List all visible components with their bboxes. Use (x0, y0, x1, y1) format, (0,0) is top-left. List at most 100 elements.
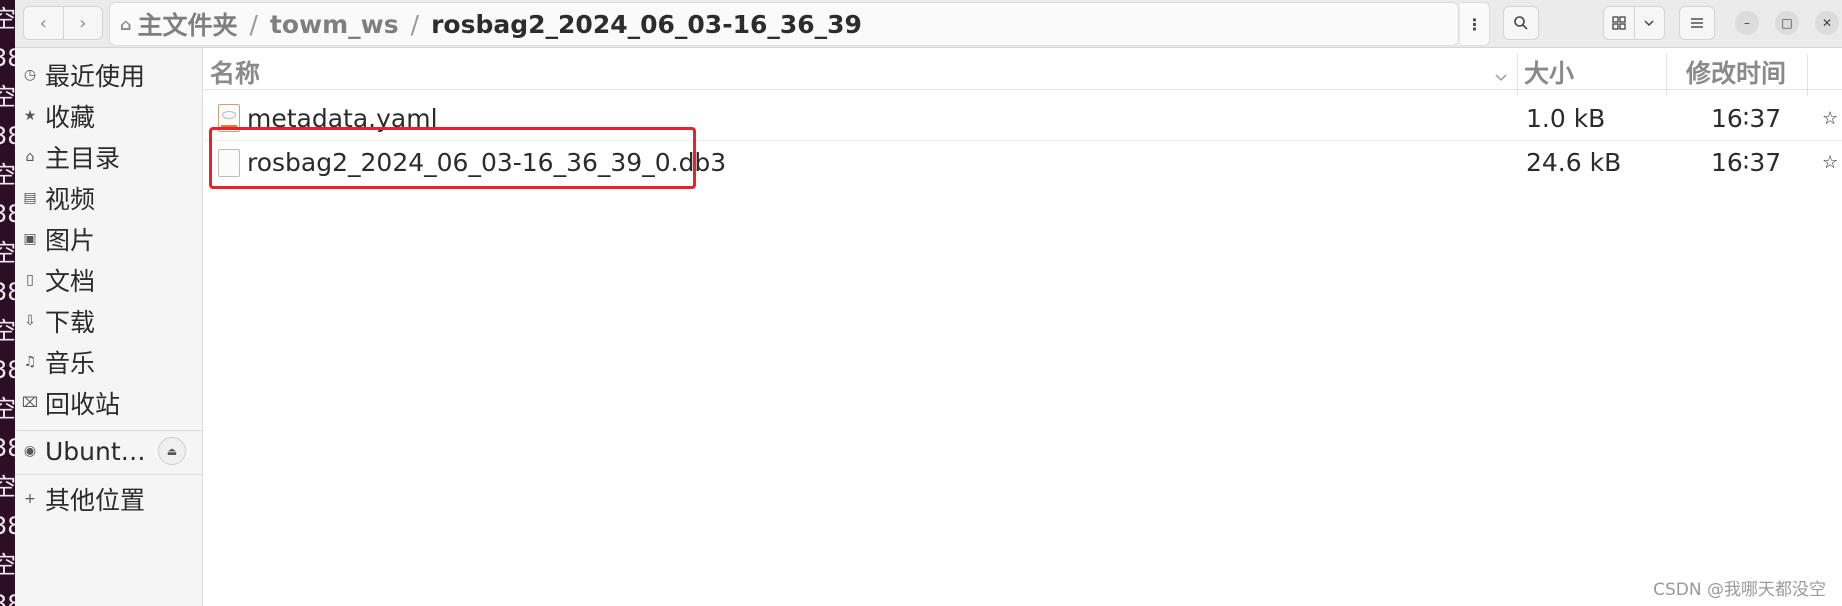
sidebar-item-starred[interactable]: ★ 收藏 (15, 97, 203, 135)
star-icon: ★ (23, 108, 37, 124)
close-icon: ✕ (1821, 16, 1833, 30)
column-header-row: 名称 大小 修改时间 (204, 48, 1842, 96)
hamburger-menu-icon (1691, 18, 1703, 28)
column-separator (1666, 54, 1667, 96)
sidebar-item-trash[interactable]: ⌧ 回收站 (15, 384, 203, 422)
column-separator (1517, 54, 1518, 96)
desktop-glyph: 38 (0, 356, 15, 384)
music-icon: ♫ (23, 354, 37, 370)
sidebar-item-label: 最近使用 (45, 62, 146, 91)
search-icon (1514, 16, 1528, 30)
sidebar-item-label: 收藏 (45, 103, 96, 132)
chevron-down-icon (1495, 74, 1507, 82)
navigation-buttons: ‹ › (23, 6, 103, 40)
desktop-glyph: 空 (0, 551, 15, 579)
desktop-glyph: 38 (0, 200, 15, 228)
desktop-glyph: 38 (0, 122, 15, 150)
sidebar-item-label: 其他位置 (45, 486, 146, 515)
path-segment-current[interactable]: rosbag2_2024_06_03-16_36_39 (431, 10, 862, 39)
desktop-glyph: 38 (0, 512, 15, 540)
search-button[interactable] (1503, 6, 1539, 40)
annotation-highlight-box (209, 127, 696, 189)
chevron-left-icon: ‹ (39, 12, 47, 34)
trash-icon: ⌧ (21, 395, 39, 411)
desktop-glyph: 空 (0, 239, 15, 267)
sidebar-item-label: 主目录 (45, 144, 121, 173)
eject-icon: ⏏ (166, 444, 178, 458)
sidebar-item-downloads[interactable]: ⇩ 下载 (15, 302, 203, 340)
file-size: 1.0 kB (1526, 103, 1606, 133)
grid-view-button[interactable] (1604, 7, 1634, 39)
sidebar-item-recent[interactable]: ◷ 最近使用 (15, 56, 203, 94)
sidebar-item-home[interactable]: ⌂ 主目录 (15, 138, 203, 176)
home-icon: ⌂ (25, 149, 35, 165)
sidebar-item-videos[interactable]: ▤ 视频 (15, 179, 203, 217)
maximize-button[interactable]: □ (1775, 11, 1799, 35)
view-options (1603, 6, 1665, 40)
sidebar-item-music[interactable]: ♫ 音乐 (15, 343, 203, 381)
desktop-glyph: 空 (0, 83, 15, 111)
sort-indicator (1494, 60, 1508, 89)
path-segment-home[interactable]: 主文件夹 (137, 6, 237, 42)
desktop-glyph: 空 (0, 161, 15, 189)
path-separator: / (249, 9, 258, 39)
sidebar: ◷ 最近使用 ★ 收藏 ⌂ 主目录 ▤ 视频 ▣ 图片 ▯ 文档 ⇩ 下载 ♫ (15, 48, 203, 606)
file-modified: 16∶37 (1711, 148, 1782, 177)
column-header-name[interactable]: 名称 (210, 54, 260, 90)
path-bar[interactable]: ⌂ 主文件夹 / towm_ws / rosbag2_2024_06_03-16… (109, 2, 1459, 46)
path-menu-button[interactable]: ⋮ (1460, 2, 1490, 46)
column-header-size[interactable]: 大小 (1524, 54, 1574, 90)
sidebar-divider (15, 430, 203, 431)
main-menu-button[interactable] (1679, 6, 1715, 40)
sidebar-item-label: 图片 (45, 226, 96, 255)
vertical-ellipsis-icon: ⋮ (1466, 14, 1483, 34)
eject-button[interactable]: ⏏ (158, 437, 186, 465)
forward-button[interactable]: › (62, 7, 103, 39)
file-list-view: 名称 大小 修改时间 metadata.yaml 1.0 kB 16∶37 ☆ (204, 48, 1842, 606)
sidebar-item-label: 文档 (45, 267, 96, 296)
desktop-glyph: 38 (0, 590, 15, 606)
desktop-glyph: 38 (0, 434, 15, 462)
desktop-glyph: 空 (0, 473, 15, 501)
sidebar-item-label: 音乐 (45, 349, 96, 378)
sidebar-item-label: Ubunt… (45, 436, 146, 466)
desktop-glyph: 空 (0, 5, 15, 33)
desktop-glyph: 空 (0, 395, 15, 423)
file-size: 24.6 kB (1526, 148, 1622, 177)
column-separator (1807, 54, 1808, 96)
document-icon: ▯ (26, 272, 34, 288)
desktop-glyph: 38 (0, 278, 15, 306)
video-icon: ▤ (23, 190, 37, 206)
watermark-text: CSDN @我哪天都没空 (1653, 580, 1826, 600)
close-button[interactable]: ✕ (1815, 11, 1839, 35)
download-icon: ⇩ (24, 313, 36, 329)
header-bar: ‹ › ⌂ 主文件夹 / towm_ws / rosbag2_2024_06_0… (15, 0, 1842, 48)
sidebar-item-pictures[interactable]: ▣ 图片 (15, 220, 203, 258)
path-separator: / (410, 9, 420, 39)
sidebar-item-label: 下载 (45, 308, 96, 337)
view-dropdown-button[interactable] (1633, 7, 1665, 39)
chevron-right-icon: › (79, 12, 87, 34)
star-icon[interactable]: ☆ (1822, 108, 1838, 129)
sidebar-item-other-locations[interactable]: + 其他位置 (15, 480, 203, 518)
plus-icon: + (24, 491, 36, 507)
disc-icon: ◉ (23, 443, 37, 459)
desktop-glyph: 空 (0, 317, 15, 345)
file-modified: 16∶37 (1711, 103, 1782, 133)
desktop-glyph: 38 (0, 44, 15, 72)
grid-view-icon (1612, 16, 1626, 30)
column-header-modified[interactable]: 修改时间 (1686, 54, 1786, 90)
back-button[interactable]: ‹ (24, 7, 63, 39)
chevron-down-icon (1644, 20, 1654, 27)
maximize-icon: □ (1781, 16, 1793, 30)
path-segment-workspace[interactable]: towm_ws (270, 10, 399, 39)
minimize-icon: – (1744, 16, 1750, 30)
sidebar-divider (15, 474, 203, 475)
home-icon: ⌂ (120, 14, 132, 34)
sidebar-item-documents[interactable]: ▯ 文档 (15, 261, 203, 299)
file-manager-window: ‹ › ⌂ 主文件夹 / towm_ws / rosbag2_2024_06_0… (15, 0, 1842, 606)
minimize-button[interactable]: – (1735, 11, 1759, 35)
desktop-background-strip: 空 38 空 38 空 38 空 38 空 38 空 38 空 38 空 38 (0, 0, 15, 606)
sidebar-item-label: 回收站 (45, 390, 121, 419)
star-icon[interactable]: ☆ (1822, 152, 1838, 173)
